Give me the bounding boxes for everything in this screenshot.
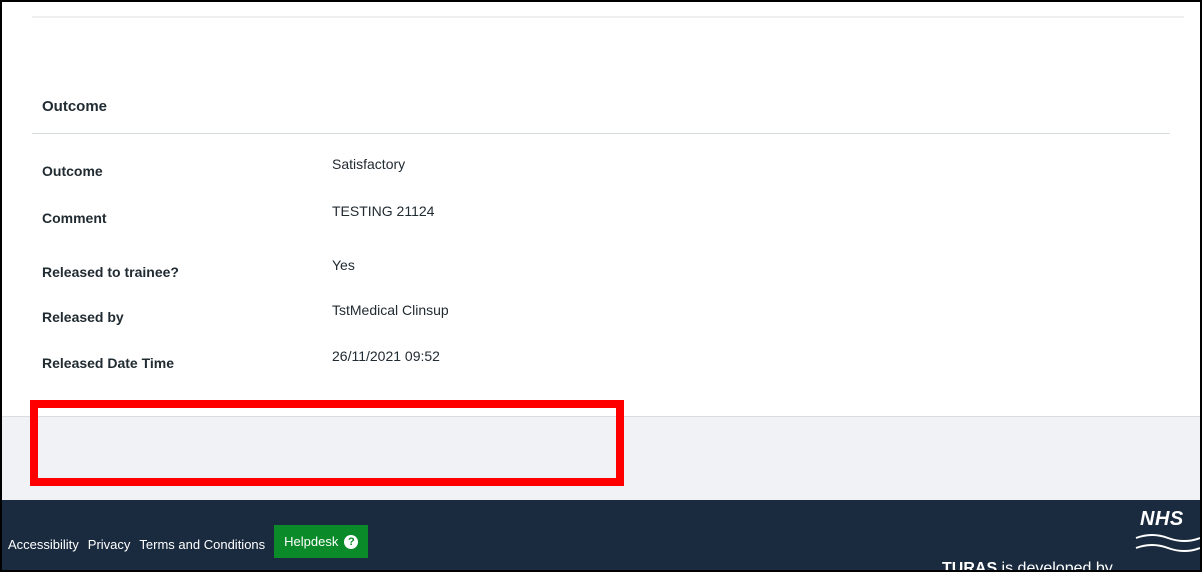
turas-brand: TURAS: [942, 560, 998, 572]
outcome-section-title: Outcome: [42, 98, 108, 115]
comment-value: TESTING 21124: [332, 203, 435, 219]
accessibility-link[interactable]: Accessibility: [8, 537, 79, 552]
released-by-value: TstMedical Clinsup: [332, 302, 449, 318]
released-to-trainee-row: Released to trainee? Yes: [42, 257, 742, 288]
released-by-row: Released by TstMedical Clinsup: [42, 302, 742, 333]
helpdesk-label: Helpdesk: [284, 534, 339, 549]
released-date-time-row: Released Date Time 26/11/2021 09:52: [42, 348, 742, 379]
released-by-label: Released by: [42, 309, 124, 325]
outcome-value: Satisfactory: [332, 156, 406, 172]
highlight-annotation-box: [30, 400, 624, 486]
released-to-trainee-value: Yes: [332, 257, 355, 273]
question-circle-icon: ?: [344, 534, 359, 549]
site-footer: Accessibility Privacy Terms and Conditio…: [2, 500, 1200, 572]
outcome-row: Outcome Satisfactory: [42, 156, 742, 187]
section-divider: [32, 133, 1170, 134]
comment-label: Comment: [42, 210, 107, 226]
nhs-logo: NHS: [1132, 504, 1200, 570]
released-to-trainee-label: Released to trainee?: [42, 264, 179, 280]
developed-by-suffix: is developed by: [997, 560, 1113, 572]
footer-links: Accessibility Privacy Terms and Conditio…: [8, 525, 369, 558]
nhs-logo-swoosh: [1135, 534, 1200, 552]
terms-link[interactable]: Terms and Conditions: [139, 537, 265, 552]
developed-by-text: TURAS is developed by: [942, 560, 1113, 572]
top-divider: [32, 16, 1184, 18]
helpdesk-button[interactable]: Helpdesk ?: [274, 525, 369, 558]
privacy-link[interactable]: Privacy: [88, 537, 131, 552]
comment-row: Comment TESTING 21124: [42, 203, 742, 234]
page-frame: Outcome Outcome Satisfactory Comment TES…: [0, 0, 1202, 572]
released-date-time-value: 26/11/2021 09:52: [332, 348, 440, 364]
outcome-label: Outcome: [42, 163, 103, 179]
released-date-time-label: Released Date Time: [42, 355, 175, 371]
